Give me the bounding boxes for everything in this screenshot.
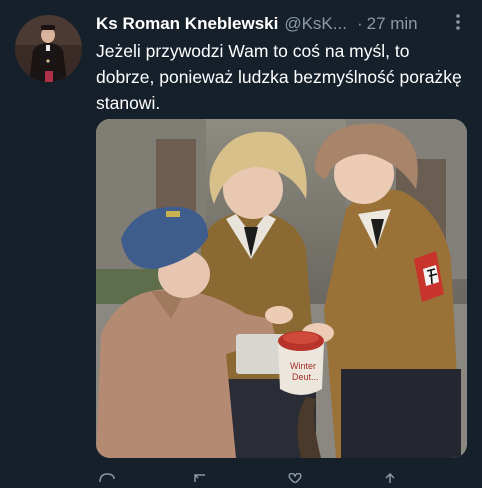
author-name[interactable]: Ks Roman Kneblewski <box>96 14 278 34</box>
more-button[interactable] <box>448 13 468 36</box>
box-label-1: Winter <box>290 361 316 371</box>
box-label-2: Deut... <box>292 372 319 382</box>
reply-icon[interactable] <box>98 470 116 483</box>
tweet[interactable]: Ks Roman Kneblewski @KsK... · 27 min Jeż… <box>0 0 482 484</box>
more-vertical-icon <box>455 13 461 36</box>
separator: · <box>356 14 363 33</box>
tweet-photo[interactable]: Winter Deut... <box>96 119 467 458</box>
author-handle[interactable]: @KsK... <box>284 14 347 34</box>
retweet-icon[interactable] <box>192 470 210 482</box>
tweet-actions <box>96 466 466 486</box>
avatar[interactable] <box>15 15 82 82</box>
timestamp[interactable]: 27 min <box>367 14 418 34</box>
share-icon[interactable] <box>381 470 399 483</box>
tweet-header: Ks Roman Kneblewski @KsK... · 27 min <box>96 12 472 36</box>
like-icon[interactable] <box>286 470 304 484</box>
tweet-text: Jeżeli przywodzi Wam to coś na myśl, to … <box>96 41 462 113</box>
